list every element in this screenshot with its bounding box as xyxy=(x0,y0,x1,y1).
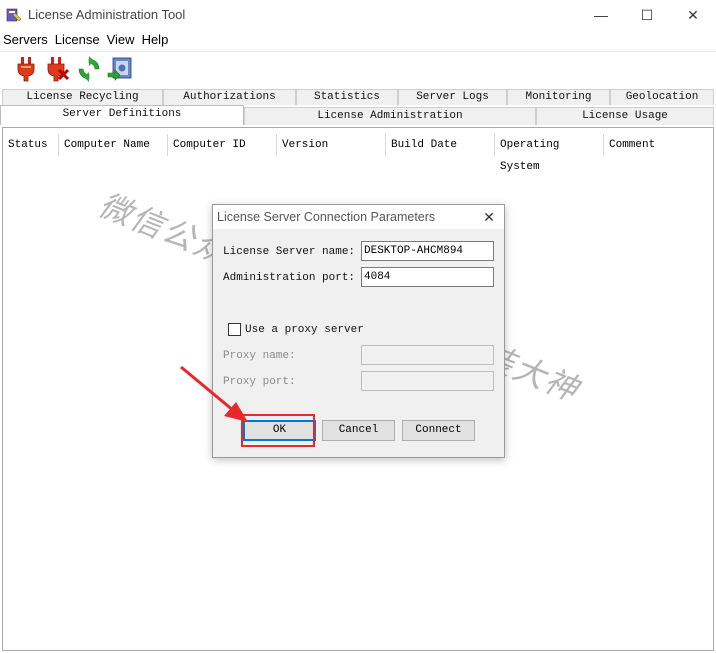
server-name-label: License Server name: xyxy=(223,246,356,258)
toolbar xyxy=(0,51,716,86)
app-icon xyxy=(6,8,22,22)
proxy-name-input[interactable] xyxy=(361,345,494,365)
column-header-operating-system[interactable]: Operating System xyxy=(495,134,604,173)
refresh-button[interactable] xyxy=(75,55,103,83)
tab-license-usage[interactable]: License Usage xyxy=(536,107,714,125)
annotation-arrow-icon xyxy=(180,365,248,422)
connect-server-button[interactable] xyxy=(12,55,40,83)
dialog-title: License Server Connection Parameters xyxy=(217,210,436,224)
menu-license[interactable]: License xyxy=(52,30,104,50)
dialog-close-button[interactable]: ✕ xyxy=(480,208,498,226)
use-proxy-label[interactable]: Use a proxy server xyxy=(245,324,364,336)
menu-help[interactable]: Help xyxy=(139,30,173,50)
column-header-computer-name[interactable]: Computer Name xyxy=(59,134,168,156)
column-header-status[interactable]: Status xyxy=(3,134,59,156)
plug-connect-icon xyxy=(17,57,35,82)
proxy-port-input[interactable] xyxy=(361,371,494,391)
tab-geolocation[interactable]: Geolocation xyxy=(610,89,714,105)
admin-port-input[interactable]: 4084 xyxy=(361,267,494,287)
tab-statistics[interactable]: Statistics xyxy=(296,89,398,105)
server-settings-button[interactable] xyxy=(106,55,134,83)
disconnect-server-button[interactable] xyxy=(44,55,72,83)
tab-monitoring[interactable]: Monitoring xyxy=(507,89,610,105)
server-name-input[interactable]: DESKTOP-AHCM894 xyxy=(361,241,494,261)
column-header-build-date[interactable]: Build Date xyxy=(386,134,495,156)
column-header-computer-id[interactable]: Computer ID xyxy=(168,134,277,156)
window-title: License Administration Tool xyxy=(28,7,186,22)
menu-servers[interactable]: Servers xyxy=(0,30,52,50)
admin-port-label: Administration port: xyxy=(223,272,356,284)
menu-view[interactable]: View xyxy=(104,30,139,50)
title-bar: License Administration Tool — ☐ ✕ xyxy=(0,0,716,30)
plug-disconnect-icon xyxy=(47,57,70,82)
close-button[interactable]: ✕ xyxy=(670,0,716,30)
tab-server-definitions[interactable]: Server Definitions xyxy=(0,105,244,125)
proxy-name-label: Proxy name: xyxy=(223,350,296,362)
tab-license-administration[interactable]: License Administration xyxy=(244,107,536,125)
use-proxy-checkbox[interactable] xyxy=(228,323,241,336)
refresh-icon xyxy=(78,56,100,82)
menu-bar: Servers License View Help xyxy=(0,30,716,50)
tab-license-recycling[interactable]: License Recycling xyxy=(2,89,163,105)
tab-server-logs[interactable]: Server Logs xyxy=(398,89,507,105)
connect-button[interactable]: Connect xyxy=(402,420,475,441)
tab-authorizations[interactable]: Authorizations xyxy=(163,89,296,105)
maximize-button[interactable]: ☐ xyxy=(624,0,670,30)
column-header-version[interactable]: Version xyxy=(277,134,386,156)
cancel-button[interactable]: Cancel xyxy=(322,420,395,441)
dialog-title-bar: License Server Connection Parameters ✕ xyxy=(213,205,504,229)
server-settings-icon xyxy=(107,57,132,81)
column-header-comment[interactable]: Comment xyxy=(604,134,711,156)
minimize-button[interactable]: — xyxy=(578,0,624,30)
